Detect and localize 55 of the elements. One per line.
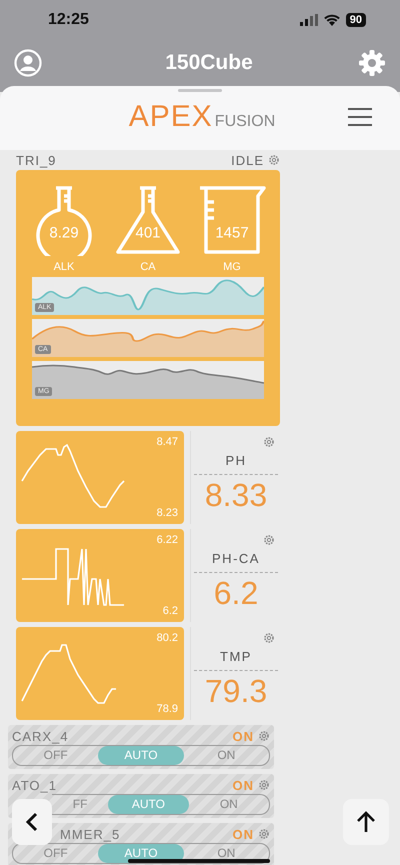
back-icon (25, 812, 39, 832)
outlet-name: ATO_1 (12, 778, 58, 792)
gear-icon[interactable] (268, 154, 280, 166)
gear-icon[interactable] (263, 632, 275, 644)
chart-min: 6.2 (162, 605, 178, 617)
outlet-state: ON (232, 826, 254, 842)
menu-icon[interactable] (348, 108, 372, 126)
logo-brand: APEX (128, 100, 213, 134)
chart-max: 8.47 (156, 436, 178, 448)
tank-title: 150Cube (165, 51, 253, 75)
mode-option[interactable]: OFF (13, 746, 98, 765)
mode-option[interactable]: AUTO (108, 795, 189, 814)
chart-min: 8.23 (156, 507, 178, 519)
mode-option[interactable]: FF (52, 795, 108, 814)
chart-max: 6.22 (156, 534, 178, 546)
vessel-label: MG (223, 261, 241, 273)
outlet-state: ON (232, 778, 254, 792)
logo-suffix: FUSION (214, 113, 276, 131)
chart-min: 78.9 (156, 703, 178, 715)
probe-name: TMP (194, 649, 278, 671)
vessel-label: CA (140, 261, 156, 273)
signal-icon (300, 14, 318, 26)
settings-icon[interactable] (358, 49, 386, 77)
back-button[interactable] (12, 799, 52, 845)
gear-icon[interactable] (263, 436, 275, 448)
mode-option[interactable]: ON (184, 746, 269, 765)
gear-icon[interactable] (258, 779, 270, 791)
vessel-value: 1457 (214, 224, 250, 242)
wifi-icon (324, 14, 340, 26)
outlet-state: ON (232, 728, 254, 744)
mode-option[interactable]: OFF (13, 844, 98, 863)
status-time: 12:25 (48, 11, 89, 29)
mode-option[interactable]: ON (184, 844, 269, 863)
outlet-name: MMER_5 (59, 826, 122, 842)
chart-max: 80.2 (156, 632, 178, 644)
vessel-value: 8.29 (48, 224, 80, 242)
probe-value: 79.3 (204, 673, 268, 710)
module-state: IDLE (231, 152, 264, 168)
mode-option[interactable]: AUTO (98, 746, 184, 765)
vessel-label: ALK (54, 261, 74, 273)
account-icon[interactable] (14, 49, 42, 77)
probe-value: 8.33 (204, 477, 268, 514)
scroll-top-button[interactable] (343, 799, 389, 845)
gear-icon[interactable] (263, 534, 275, 546)
battery-level: 90 (346, 13, 366, 27)
gear-icon[interactable] (258, 730, 270, 742)
probe-name: PH-CA (194, 551, 278, 573)
probe-name: PH (194, 453, 278, 475)
module-name: TRI_9 (16, 152, 58, 168)
outlet-name: CARX_4 (12, 728, 70, 744)
arrow-up-icon (356, 811, 376, 833)
gear-icon[interactable] (258, 828, 270, 840)
mode-option[interactable]: ON (188, 795, 269, 814)
vessel-value: 401 (134, 224, 162, 242)
probe-value: 6.2 (214, 575, 258, 612)
